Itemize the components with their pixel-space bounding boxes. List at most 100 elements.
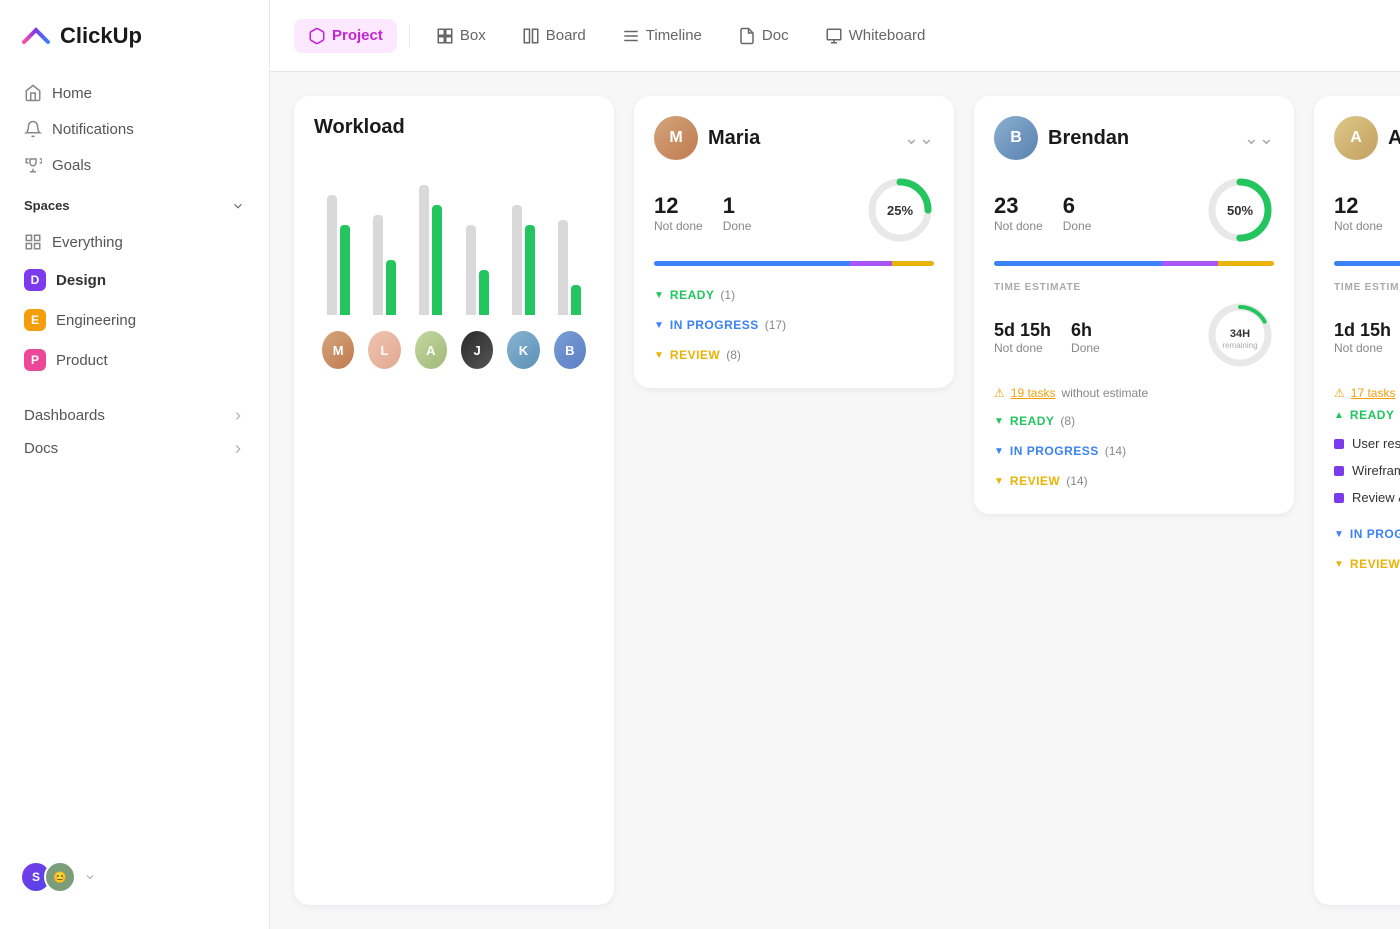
columns-icon [522, 27, 540, 45]
task-item-2[interactable]: Wireframe new... 0.5h [1334, 457, 1400, 484]
grid-icon [24, 233, 42, 251]
maria-status-ready[interactable]: ▼ READY (1) [654, 282, 934, 308]
spaces-list: Everything D Design E Engineering P Prod… [0, 221, 269, 383]
amy-not-done-num: 12 [1334, 193, 1383, 219]
brendan-progress-bar [994, 261, 1274, 266]
space-engineering-label: Engineering [56, 312, 136, 329]
brendan-tasks-link[interactable]: 19 tasks [1011, 386, 1056, 400]
tab-board[interactable]: Board [508, 19, 600, 53]
space-product[interactable]: P Product [12, 341, 257, 379]
user-avatars[interactable]: S 😊 [20, 861, 76, 893]
brendan-time-done: 6h Done [1071, 320, 1100, 355]
clickup-logo-icon [20, 20, 52, 52]
brendan-status-ready[interactable]: ▼ READY (8) [994, 408, 1274, 434]
brendan-not-done-num: 23 [994, 193, 1043, 219]
space-design[interactable]: D Design [12, 261, 257, 299]
chart-avatar-1: M [322, 331, 354, 369]
brendan-status-inprogress[interactable]: ▼ IN PROGRESS (14) [994, 438, 1274, 464]
pb-purple-maria [850, 261, 892, 266]
review-chevron-amy: ▼ [1334, 559, 1344, 570]
pb-yellow-maria [892, 261, 934, 266]
amy-time-label: TIME ESTIMATE [1334, 282, 1400, 293]
chevron-right-icon [231, 409, 245, 423]
user-avatar-b: 😊 [44, 861, 76, 893]
chevron-right-icon2 [231, 442, 245, 456]
doc-icon [738, 27, 756, 45]
task-dot-2 [1334, 466, 1344, 476]
bar-group-1 [322, 175, 354, 315]
bar-green-6 [571, 285, 581, 315]
app-name: ClickUp [60, 23, 142, 49]
nav-home-label: Home [52, 85, 92, 102]
main-nav: Home Notifications Goals [0, 76, 269, 182]
task-item-3[interactable]: Review & Appro... 2h [1334, 484, 1400, 511]
pb-blue-brendan [994, 261, 1162, 266]
spaces-title[interactable]: Spaces [24, 198, 245, 213]
brendan-time-done-val: 6h [1071, 320, 1100, 341]
amy-name: Amy [1388, 127, 1400, 150]
maria-status-inprogress[interactable]: ▼ IN PROGRESS (17) [654, 312, 934, 338]
maria-done-num: 1 [723, 193, 752, 219]
bar-gray-2 [373, 215, 383, 315]
ready-chevron-brendan: ▼ [994, 416, 1004, 427]
bar-group-3 [415, 175, 447, 315]
content-area: Workload [270, 72, 1400, 929]
tab-project[interactable]: Project [294, 19, 397, 53]
svg-text:34H: 34H [1230, 328, 1250, 340]
bar-gray-5 [512, 205, 522, 315]
amy-stats: 12 Not done 3 Done 50% [1334, 176, 1400, 249]
home-icon [24, 84, 42, 102]
svg-text:50%: 50% [1227, 203, 1253, 218]
workload-title: Workload [314, 116, 594, 139]
maria-stats: 12 Not done 1 Done 25% [654, 176, 934, 249]
trophy-icon [24, 156, 42, 174]
task-item-1[interactable]: User research - P... 2h [1334, 430, 1400, 457]
svg-text:remaining: remaining [1222, 341, 1257, 350]
amy-status-inprogress[interactable]: ▼ IN PROGRESS (2) [1334, 521, 1400, 547]
tab-timeline-label: Timeline [646, 27, 702, 44]
maria-expand-icon[interactable]: ⌄⌄ [904, 128, 934, 149]
box3d-icon [308, 27, 326, 45]
tab-whiteboard[interactable]: Whiteboard [811, 19, 940, 53]
tab-timeline[interactable]: Timeline [608, 19, 716, 53]
amy-tasks-link[interactable]: 17 tasks [1351, 386, 1396, 400]
nav-notifications[interactable]: Notifications [12, 112, 257, 146]
logo[interactable]: ClickUp [0, 20, 269, 76]
task-dot-1 [1334, 439, 1344, 449]
bar-green-1 [340, 225, 350, 315]
inprogress-chevron-maria: ▼ [654, 320, 664, 331]
amy-card: A Amy ⌄⌄ 12 Not done 3 Done 50% [1314, 96, 1400, 905]
tab-whiteboard-label: Whiteboard [849, 27, 926, 44]
space-engineering[interactable]: E Engineering [12, 301, 257, 339]
svg-text:25%: 25% [887, 203, 913, 218]
tab-doc[interactable]: Doc [724, 19, 803, 53]
maria-status-review[interactable]: ▼ REVIEW (8) [654, 342, 934, 368]
review-chevron-maria: ▼ [654, 350, 664, 361]
tab-project-label: Project [332, 27, 383, 44]
product-badge: P [24, 349, 46, 371]
bar-group-5 [507, 175, 539, 315]
docs-item[interactable]: Docs [0, 432, 269, 465]
task-name-1: User research - P... [1352, 436, 1400, 451]
space-everything[interactable]: Everything [12, 225, 257, 259]
inprogress-chevron-amy: ▼ [1334, 529, 1344, 540]
bar-green-4 [479, 270, 489, 315]
tab-divider-1 [409, 24, 410, 48]
brendan-stats: 23 Not done 6 Done 50% [994, 176, 1274, 249]
brendan-time-section: TIME ESTIMATE 5d 15h Not done 6h Done [994, 282, 1274, 374]
brendan-expand-icon[interactable]: ⌄⌄ [1244, 128, 1274, 149]
nav-goals-label: Goals [52, 157, 91, 174]
bar-gray-6 [558, 220, 568, 315]
dashboards-label: Dashboards [24, 407, 105, 424]
nav-goals[interactable]: Goals [12, 148, 257, 182]
nav-home[interactable]: Home [12, 76, 257, 110]
brendan-tasks-warning-suffix: without estimate [1061, 386, 1148, 400]
brendan-status-review[interactable]: ▼ REVIEW (14) [994, 468, 1274, 494]
tab-box[interactable]: Box [422, 19, 500, 53]
chart-avatars: M L A J K B [314, 331, 594, 369]
maria-donut: 25% [866, 176, 934, 249]
dashboards-item[interactable]: Dashboards [0, 399, 269, 432]
amy-status-review[interactable]: ▼ REVIEW (3) [1334, 551, 1400, 577]
chart-avatar-3: A [415, 331, 447, 369]
spaces-section: Spaces [0, 182, 269, 221]
